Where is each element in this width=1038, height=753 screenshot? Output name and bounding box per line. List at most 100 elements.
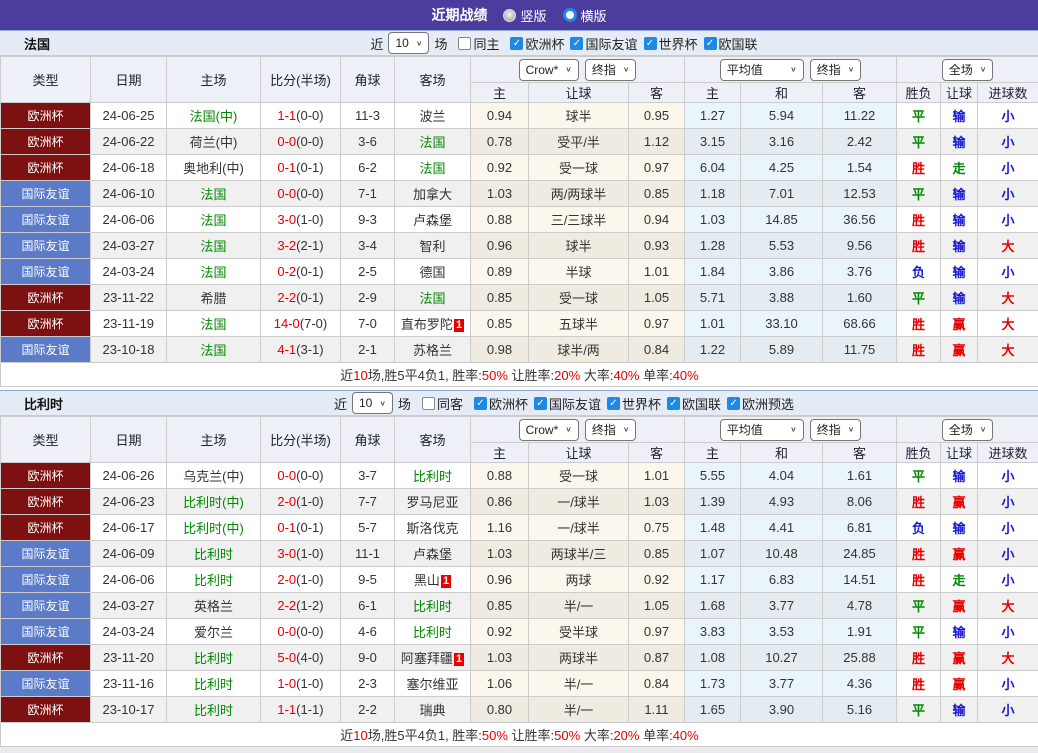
result-handicap: 输	[941, 515, 978, 541]
summary-text: 单率:	[639, 368, 672, 383]
radio-horizontal-layout[interactable]: 横版	[563, 6, 607, 25]
result-goals: 小	[978, 181, 1038, 207]
crow-home-odds: 0.92	[471, 155, 529, 181]
match-count-select[interactable]: 10∨	[388, 32, 429, 54]
match-count-select[interactable]: 10∨	[352, 392, 393, 414]
match-date: 24-03-24	[91, 619, 167, 645]
league-filter[interactable]: ✓欧国联	[704, 34, 758, 53]
final-index-select[interactable]: 终指∨	[585, 59, 637, 81]
avg-away-odds: 11.75	[823, 337, 897, 363]
checkbox-unchecked-icon[interactable]	[458, 37, 471, 50]
avg-home-odds: 1.17	[685, 567, 741, 593]
avg-draw-odds: 3.77	[741, 671, 823, 697]
summary-text: 让胜率:	[508, 728, 554, 743]
crow-away-odds: 0.84	[629, 337, 685, 363]
checkbox-checked-icon[interactable]: ✓	[570, 37, 583, 50]
average-select[interactable]: 平均值∨	[720, 59, 804, 81]
col-avg-home: 主	[685, 443, 741, 463]
checkbox-checked-icon[interactable]: ✓	[644, 37, 657, 50]
league-type-cell: 欧洲杯	[1, 311, 91, 337]
crow-home-odds: 0.80	[471, 697, 529, 723]
league-filter[interactable]: ✓国际友谊	[570, 34, 637, 53]
final-index-select-2[interactable]: 终指∨	[810, 59, 862, 81]
radio-selected-icon[interactable]	[563, 8, 577, 22]
same-home-filter[interactable]: 同主	[458, 34, 499, 53]
corner-count: 2-1	[341, 337, 395, 363]
league-type-cell: 国际友谊	[1, 541, 91, 567]
same-away-filter[interactable]: 同客	[422, 394, 463, 413]
avg-away-odds: 12.53	[823, 181, 897, 207]
match-date: 24-03-27	[91, 233, 167, 259]
away-team: 阿塞拜疆1	[395, 645, 471, 671]
league-type-cell: 国际友谊	[1, 671, 91, 697]
checkbox-unchecked-icon[interactable]	[422, 397, 435, 410]
crow-handicap: 受一球	[529, 463, 629, 489]
corner-count: 2-9	[341, 285, 395, 311]
crow-handicap: 受半球	[529, 619, 629, 645]
checkbox-checked-icon[interactable]: ✓	[474, 397, 487, 410]
summary-cell: 近10场,胜5平4负1, 胜率:50% 让胜率:50% 大率:20% 单率:40…	[1, 723, 1038, 747]
full-match-select[interactable]: 全场∨	[942, 59, 994, 81]
league-filter[interactable]: ✓世界杯	[644, 34, 698, 53]
result-wdl: 平	[897, 619, 941, 645]
average-select[interactable]: 平均值∨	[720, 419, 804, 441]
radio-vertical-layout[interactable]: 竖版	[503, 6, 546, 25]
crow-handicap: 受平/半	[529, 129, 629, 155]
league-filter[interactable]: ✓国际友谊	[534, 394, 601, 413]
full-match-select[interactable]: 全场∨	[942, 419, 994, 441]
avg-away-odds: 4.36	[823, 671, 897, 697]
crow-away-odds: 0.92	[629, 567, 685, 593]
result-handicap: 赢	[941, 337, 978, 363]
league-filter[interactable]: ✓欧国联	[667, 394, 721, 413]
avg-draw-odds: 6.83	[741, 567, 823, 593]
checkbox-checked-icon[interactable]: ✓	[510, 37, 523, 50]
league-filter[interactable]: ✓欧洲杯	[474, 394, 528, 413]
league-type-cell: 国际友谊	[1, 233, 91, 259]
corner-count: 9-0	[341, 645, 395, 671]
match-row: 国际友谊24-06-06比利时2-0(1-0)9-5黑山10.96两球0.921…	[1, 567, 1038, 593]
radio-horizontal-label: 横版	[581, 6, 607, 25]
match-date: 23-11-20	[91, 645, 167, 671]
match-score: 0-0(0-0)	[261, 129, 341, 155]
summary-text: 50%	[482, 368, 508, 383]
crow-handicap: 一/球半	[529, 515, 629, 541]
corner-count: 3-4	[341, 233, 395, 259]
result-wdl: 平	[897, 285, 941, 311]
final-index-value-2: 终指	[817, 421, 841, 438]
result-handicap: 输	[941, 207, 978, 233]
league-filter-label: 欧洲杯	[489, 394, 528, 413]
crow-home-odds: 1.03	[471, 645, 529, 671]
corner-count: 2-5	[341, 259, 395, 285]
match-score: 0-0(0-0)	[261, 181, 341, 207]
league-filter[interactable]: ✓世界杯	[607, 394, 661, 413]
crow-home-odds: 0.85	[471, 593, 529, 619]
league-filter[interactable]: ✓欧洲杯	[510, 34, 564, 53]
final-index-value: 终指	[592, 61, 616, 78]
avg-draw-odds: 4.25	[741, 155, 823, 181]
away-team: 黑山1	[395, 567, 471, 593]
corner-count: 3-6	[341, 129, 395, 155]
league-filter[interactable]: ✓欧洲预选	[727, 394, 794, 413]
avg-away-odds: 1.54	[823, 155, 897, 181]
crow-company-select[interactable]: Crow*∨	[519, 59, 579, 81]
league-filter-label: 欧洲预选	[742, 394, 794, 413]
result-handicap: 输	[941, 285, 978, 311]
match-row: 欧洲杯24-06-26乌克兰(中)0-0(0-0)3-7比利时0.88受一球1.…	[1, 463, 1038, 489]
crow-company-select[interactable]: Crow*∨	[519, 419, 579, 441]
match-score: 0-2(0-1)	[261, 259, 341, 285]
checkbox-checked-icon[interactable]: ✓	[667, 397, 680, 410]
final-index-select-2[interactable]: 终指∨	[810, 419, 862, 441]
crow-home-odds: 0.96	[471, 233, 529, 259]
checkbox-checked-icon[interactable]: ✓	[534, 397, 547, 410]
crow-home-odds: 0.86	[471, 489, 529, 515]
checkbox-checked-icon[interactable]: ✓	[704, 37, 717, 50]
checkbox-checked-icon[interactable]: ✓	[727, 397, 740, 410]
league-type-cell: 欧洲杯	[1, 129, 91, 155]
chevron-down-icon: ∨	[980, 65, 987, 74]
result-handicap: 走	[941, 155, 978, 181]
avg-home-odds: 1.22	[685, 337, 741, 363]
crow-away-odds: 0.87	[629, 645, 685, 671]
checkbox-checked-icon[interactable]: ✓	[607, 397, 620, 410]
final-index-select[interactable]: 终指∨	[585, 419, 637, 441]
radio-unselected-icon[interactable]	[503, 9, 516, 22]
